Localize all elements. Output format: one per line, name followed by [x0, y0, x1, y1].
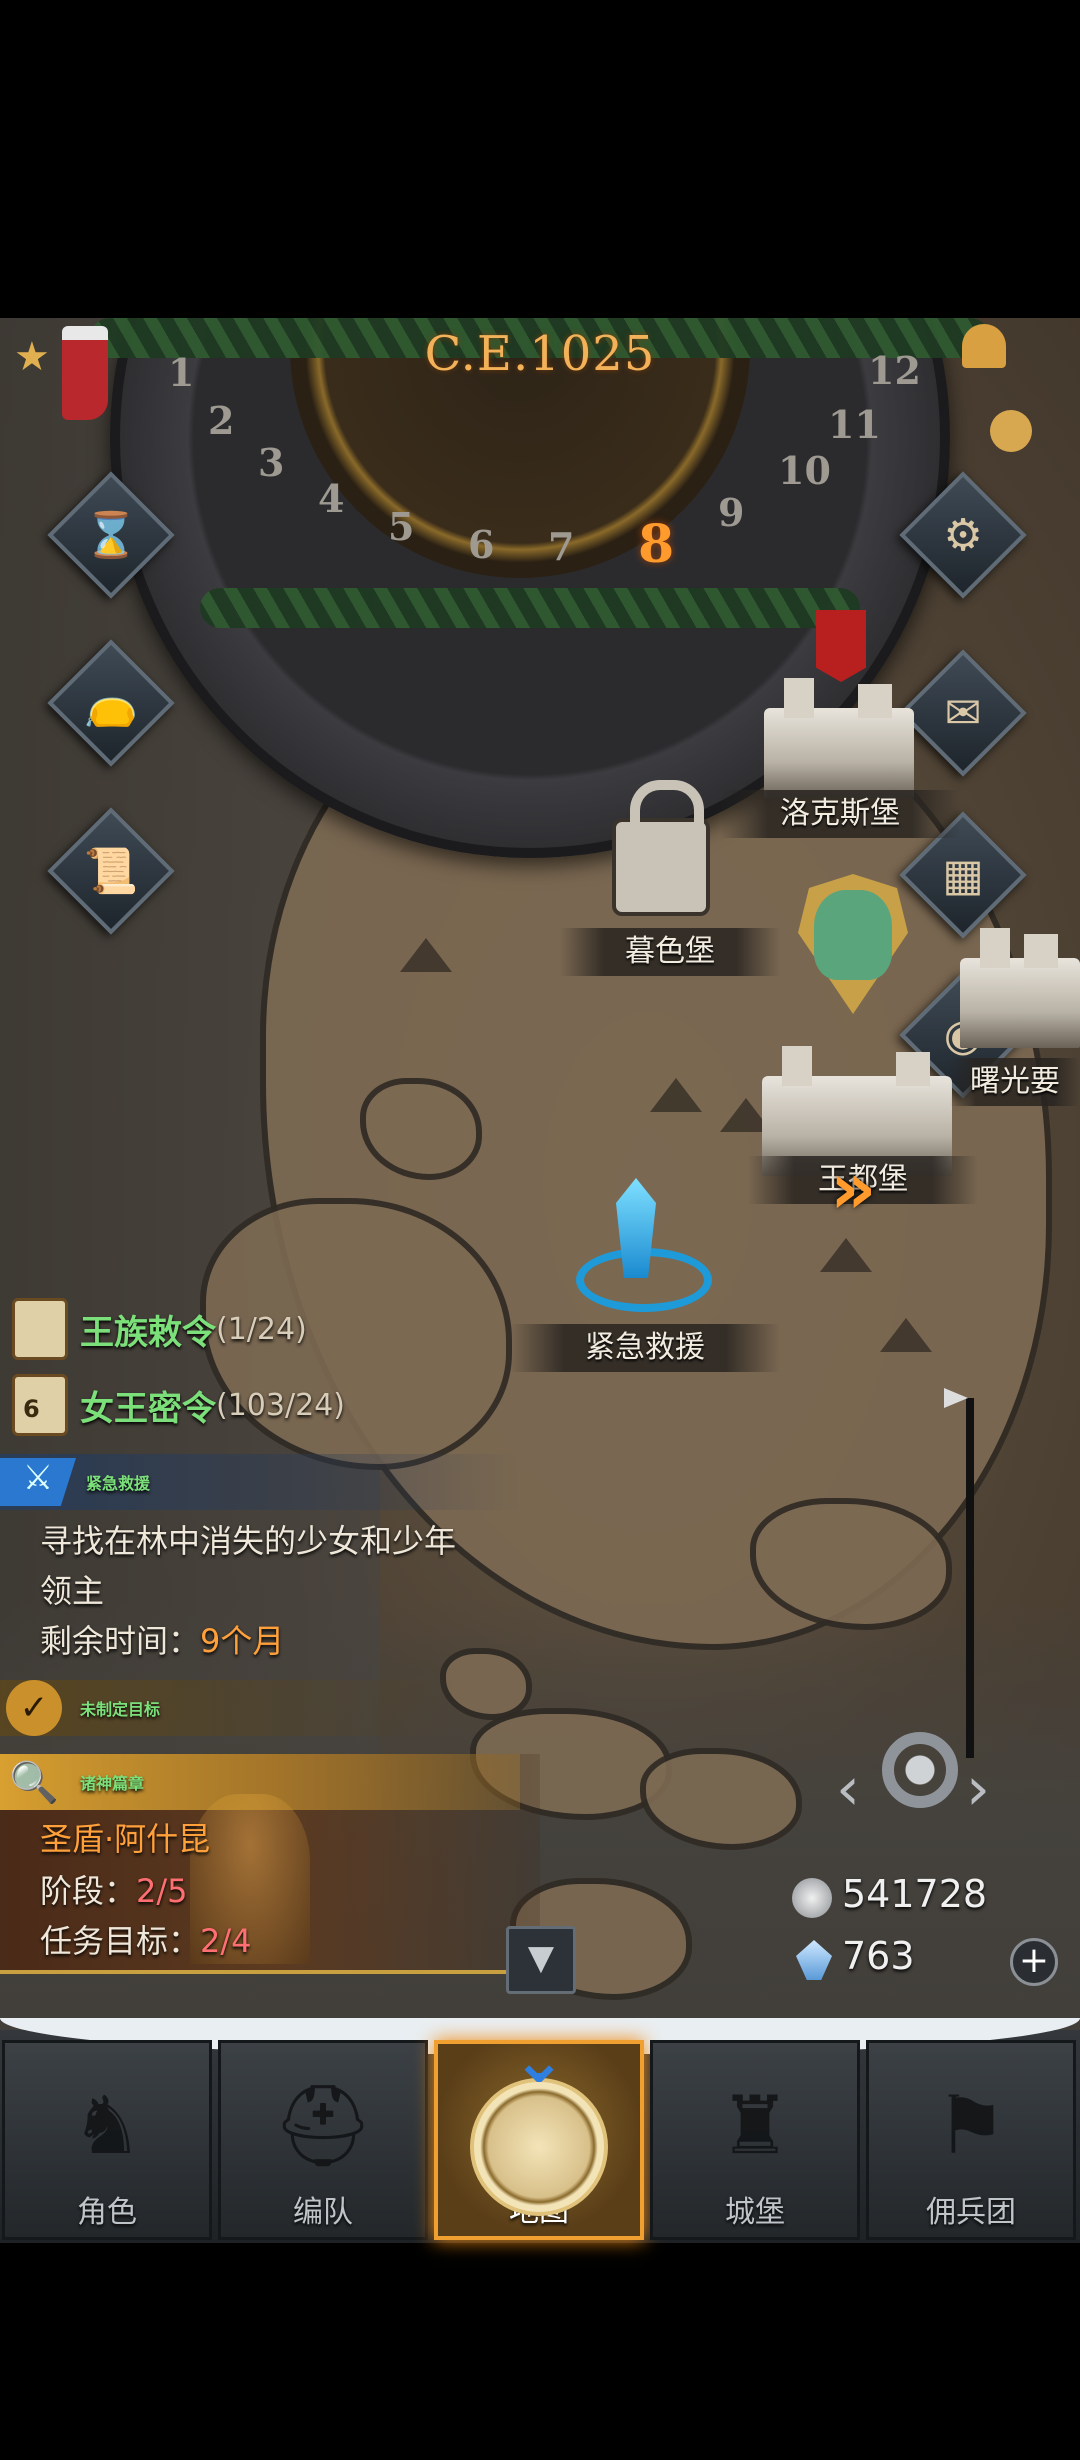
bell-icon: [962, 324, 1006, 368]
flag-icon: [944, 1388, 968, 1408]
royal-edict-count: (1/24): [216, 1311, 307, 1347]
mountain: [650, 1078, 702, 1112]
mountain: [400, 938, 452, 972]
month-8-current: 8: [638, 514, 675, 575]
dawn-castle[interactable]: [960, 928, 1080, 1048]
queen-order-row[interactable]: 6 女王密令 (103/24): [12, 1374, 345, 1436]
goal-header[interactable]: ✓ 未制定目标: [0, 1680, 460, 1736]
scroll-icon: 📜: [83, 846, 139, 897]
stage-value: 2/5: [136, 1872, 188, 1910]
scroll-icon: 6: [12, 1374, 68, 1436]
target-value: 2/4: [200, 1922, 252, 1960]
christmas-garland: [200, 588, 860, 628]
month-10: 10: [778, 448, 831, 493]
mail-button[interactable]: ✉: [899, 649, 1027, 777]
lokes-castle-label[interactable]: 洛克斯堡: [720, 790, 960, 838]
goal-title: 未制定目标: [80, 1700, 161, 1719]
lokes-castle[interactable]: [764, 678, 914, 798]
tab-map[interactable]: ⌄ 地图: [434, 2024, 644, 2240]
crystal-amount: 763: [842, 1934, 915, 1978]
castle-gate-icon: ▦: [942, 849, 984, 901]
ornament-icon: [990, 410, 1032, 452]
magnifier-icon: 🔍: [9, 1759, 59, 1806]
chapter-header[interactable]: 🔍 诸神篇章: [0, 1754, 520, 1810]
helmet-icon: [814, 890, 892, 980]
target-label: 任务目标：: [40, 1922, 201, 1960]
scroll-icon: [12, 1298, 68, 1360]
active-quest-desc: 寻找在林中消失的少女和少年: [40, 1522, 457, 1560]
silver-coin-icon: [792, 1878, 832, 1918]
collapse-panel-button[interactable]: ▼: [506, 1926, 576, 1994]
tab-character[interactable]: ♞ 角色: [2, 2040, 212, 2240]
star-icon: ★: [14, 334, 50, 380]
chapter-title: 诸神篇章: [80, 1774, 145, 1793]
month-11: 11: [828, 402, 881, 447]
tab-castle-label: 城堡: [725, 2195, 785, 2230]
active-quest-issuer: 领主: [40, 1572, 105, 1610]
chapter-target: 任务目标：2/4: [40, 1916, 252, 1962]
dawn-castle-label[interactable]: 曙光要: [950, 1058, 1080, 1106]
left-arrow-icon: ‹: [836, 1754, 860, 1824]
queen-order-badge: 6: [23, 1395, 40, 1423]
tab-formation-label: 编队: [293, 2195, 353, 2230]
map-screen[interactable]: C.E.1025 1 2 3 4 5 6 7 8 9 10 11 12 ★ ⌛ …: [0, 318, 1080, 2243]
gear-icon: ⚙: [943, 509, 983, 561]
month-4: 4: [318, 476, 345, 521]
helmet-icon: ⛑: [272, 2079, 374, 2172]
tab-mercenary[interactable]: ⚑ 佣兵团: [866, 2040, 1076, 2240]
month-1: 1: [168, 350, 195, 395]
map-scroll-bracket[interactable]: [966, 1398, 974, 1758]
crosshair-icon: [882, 1732, 958, 1808]
active-quest-time: 剩余时间：9个月: [40, 1616, 284, 1662]
month-3: 3: [258, 440, 285, 485]
queen-order-count: (103/24): [216, 1387, 345, 1423]
active-quest-title: 紧急救援: [86, 1474, 151, 1493]
recenter-button[interactable]: ‹ ›: [836, 1714, 1006, 1854]
time-label: 剩余时间：: [40, 1622, 201, 1660]
castle-icon: ♜: [719, 2079, 791, 2172]
christmas-stocking-icon: [62, 326, 108, 420]
knight-icon: ♞: [71, 2079, 143, 2172]
time-value: 9个月: [200, 1622, 285, 1660]
royal-edict-label: 王族敕令: [80, 1312, 216, 1353]
month-7: 7: [548, 524, 575, 569]
chevron-down-icon: ⌄: [512, 2024, 566, 2098]
globe-icon: [470, 2078, 608, 2216]
month-5: 5: [388, 504, 415, 549]
bag-icon: 👝: [83, 678, 139, 729]
tab-castle[interactable]: ♜ 城堡: [650, 2040, 860, 2240]
mountain: [880, 1318, 932, 1352]
sword-icon: ⚔: [0, 1458, 76, 1506]
month-2: 2: [208, 398, 235, 443]
add-currency-button[interactable]: +: [1010, 1938, 1058, 1986]
banner-icon: [816, 610, 866, 682]
double-chevron-icon[interactable]: »: [830, 1146, 877, 1230]
silver-amount: 541728: [842, 1872, 988, 1916]
chapter-hero: 圣盾·阿什昆: [40, 1820, 211, 1858]
lock-icon[interactable]: [612, 780, 710, 916]
month-6: 6: [468, 522, 495, 567]
active-quest-header[interactable]: ⚔ 紧急救援: [0, 1454, 520, 1510]
banner-icon: ⚑: [935, 2079, 1007, 2172]
month-9: 9: [718, 490, 745, 535]
stage-label: 阶段：: [40, 1872, 137, 1910]
royal-edict-row[interactable]: 王族敕令 (1/24): [12, 1298, 307, 1360]
dusk-castle-label[interactable]: 暮色堡: [560, 928, 780, 976]
rescue-crystal-icon[interactable]: [566, 1178, 712, 1312]
tab-mercenary-label: 佣兵团: [926, 2195, 1016, 2230]
right-arrow-icon: ›: [966, 1754, 990, 1824]
mail-icon: ✉: [944, 687, 982, 739]
chapter-stage: 阶段：2/5: [40, 1866, 188, 1912]
target-icon: ✓: [6, 1680, 62, 1736]
month-12: 12: [868, 348, 921, 393]
tab-character-label: 角色: [77, 2195, 137, 2230]
queen-order-label: 女王密令: [80, 1388, 216, 1429]
hourglass-icon: ⌛: [83, 510, 139, 561]
mountain: [820, 1238, 872, 1272]
tab-formation[interactable]: ⛑ 编队: [218, 2040, 428, 2240]
rescue-event-label[interactable]: 紧急救援: [510, 1324, 780, 1372]
